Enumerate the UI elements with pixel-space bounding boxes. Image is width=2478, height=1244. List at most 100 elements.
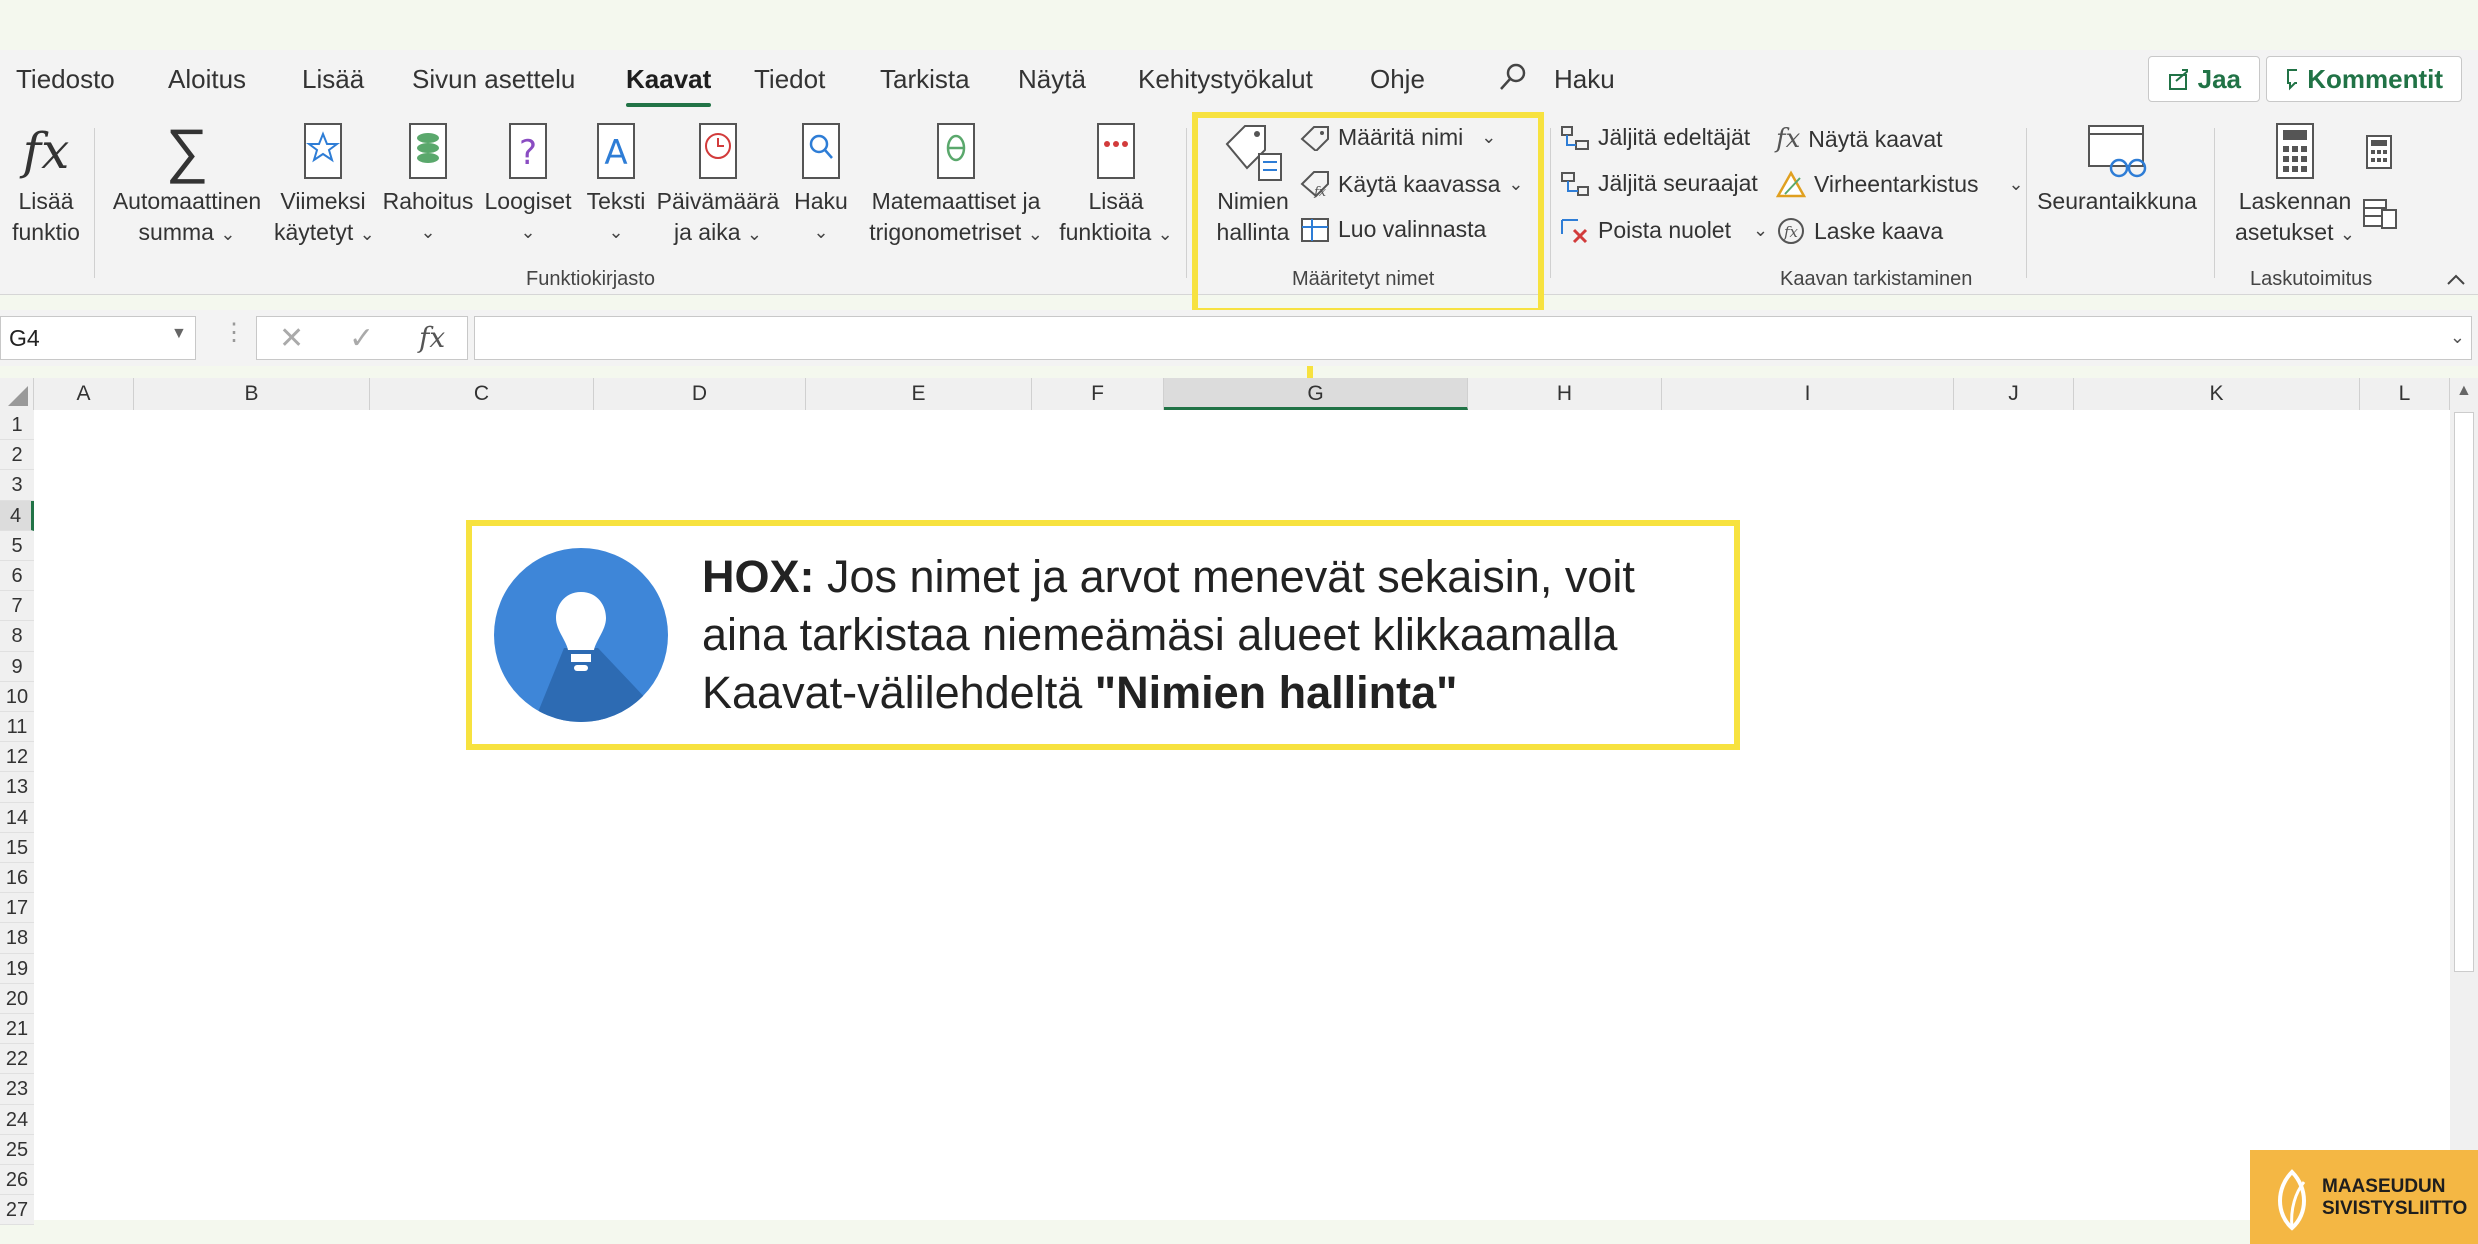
- tab-file[interactable]: Tiedosto: [16, 64, 115, 95]
- collapse-ribbon-icon[interactable]: [2444, 270, 2468, 288]
- row-header-20[interactable]: 20: [0, 983, 34, 1014]
- text-button[interactable]: A Teksti ⌄: [584, 120, 648, 248]
- row-header-13[interactable]: 13: [0, 772, 34, 803]
- calculate-now-icon[interactable]: [2362, 134, 2396, 170]
- search-icon[interactable]: [1498, 62, 1528, 92]
- show-formulas-button[interactable]: fx Näytä kaavat: [1776, 124, 1943, 154]
- name-box[interactable]: G4 ▼: [0, 316, 196, 360]
- row-header-16[interactable]: 16: [0, 863, 34, 894]
- column-header-k[interactable]: K: [2074, 378, 2360, 410]
- row-header-24[interactable]: 24: [0, 1104, 34, 1135]
- lightbulb-icon: [494, 548, 668, 722]
- coins-book-icon: [409, 123, 447, 179]
- insert-function-label-1: Lisää: [18, 188, 74, 214]
- row-header-19[interactable]: 19: [0, 953, 34, 984]
- column-header-f[interactable]: F: [1032, 378, 1164, 410]
- logical-label: Loogiset: [484, 188, 572, 214]
- row-header-7[interactable]: 7: [0, 591, 34, 622]
- column-header-c[interactable]: C: [370, 378, 594, 410]
- vertical-scrollbar[interactable]: ▲: [2450, 378, 2478, 1220]
- column-header-h[interactable]: H: [1468, 378, 1662, 410]
- insert-function-button[interactable]: fx Lisää funktio: [8, 120, 84, 248]
- row-header-11[interactable]: 11: [0, 712, 34, 743]
- check-icon[interactable]: ✓: [349, 321, 374, 356]
- more-functions-button[interactable]: Lisää funktioita ⌄: [1056, 120, 1176, 250]
- comment-icon: [2287, 69, 2298, 91]
- column-header-i[interactable]: I: [1662, 378, 1954, 410]
- insert-fx-icon[interactable]: fx: [419, 321, 445, 354]
- tab-view[interactable]: Näytä: [1018, 64, 1086, 95]
- row-header-18[interactable]: 18: [0, 923, 34, 954]
- recent-button[interactable]: Viimeksi käytetyt ⌄: [274, 120, 375, 250]
- trace-precedents-button[interactable]: Jäljitä edeltäjät: [1560, 124, 1750, 151]
- column-header-g[interactable]: G: [1164, 378, 1468, 410]
- row-header-9[interactable]: 9: [0, 651, 34, 682]
- tab-review[interactable]: Tarkista: [880, 64, 970, 95]
- row-header-4[interactable]: 4: [0, 500, 34, 531]
- column-header-b[interactable]: B: [134, 378, 370, 410]
- tab-home[interactable]: Aloitus: [168, 64, 246, 95]
- error-checking-label: Virheentarkistus: [1814, 170, 1979, 197]
- financial-label: Rahoitus: [382, 188, 474, 214]
- column-header-a[interactable]: A: [34, 378, 134, 410]
- expand-formula-icon[interactable]: ⌄: [2450, 327, 2465, 348]
- autosum-button[interactable]: ∑ Automaattinen summa ⌄: [104, 120, 270, 250]
- search-label[interactable]: Haku: [1554, 64, 1615, 95]
- row-header-12[interactable]: 12: [0, 742, 34, 773]
- tab-data[interactable]: Tiedot: [754, 64, 825, 95]
- row-header-21[interactable]: 21: [0, 1014, 34, 1045]
- row-header-25[interactable]: 25: [0, 1134, 34, 1165]
- insert-function-label-2: funktio: [12, 219, 80, 245]
- chevron-down-icon: ⌄: [420, 222, 436, 242]
- column-header-d[interactable]: D: [594, 378, 806, 410]
- financial-button[interactable]: Rahoitus ⌄: [380, 120, 476, 248]
- formula-input[interactable]: ⌄: [474, 316, 2472, 360]
- comments-button[interactable]: Kommentit: [2266, 56, 2462, 102]
- scroll-up-icon[interactable]: ▲: [2456, 382, 2472, 400]
- sigma-icon: ∑: [165, 117, 209, 184]
- svg-text:?: ?: [519, 133, 537, 173]
- row-header-3[interactable]: 3: [0, 470, 34, 501]
- autosum-label-2: summa ⌄: [138, 219, 236, 245]
- column-header-e[interactable]: E: [806, 378, 1032, 410]
- calculate-sheet-icon[interactable]: [2362, 196, 2398, 232]
- column-header-l[interactable]: L: [2360, 378, 2450, 410]
- row-header-23[interactable]: 23: [0, 1074, 34, 1105]
- tab-help[interactable]: Ohje: [1370, 64, 1425, 95]
- row-header-15[interactable]: 15: [0, 832, 34, 863]
- row-header-17[interactable]: 17: [0, 893, 34, 924]
- row-header-8[interactable]: 8: [0, 621, 34, 652]
- tab-page-layout[interactable]: Sivun asettelu: [412, 64, 575, 95]
- logical-button[interactable]: ? Loogiset ⌄: [480, 120, 576, 248]
- spreadsheet-grid[interactable]: [0, 378, 2450, 1220]
- calc-options-button[interactable]: Laskennan asetukset ⌄: [2226, 120, 2364, 250]
- row-header-27[interactable]: 27: [0, 1195, 34, 1226]
- select-all-corner[interactable]: [0, 378, 34, 410]
- row-header-6[interactable]: 6: [0, 561, 34, 592]
- column-header-j[interactable]: J: [1954, 378, 2074, 410]
- math-button[interactable]: Matemaattiset ja trigonometriset ⌄: [864, 120, 1048, 250]
- watch-window-button[interactable]: Seurantaikkuna: [2036, 120, 2198, 217]
- star-book-icon: [304, 123, 342, 179]
- tab-insert[interactable]: Lisää: [302, 64, 364, 95]
- error-checking-button[interactable]: Virheentarkistus ⌄: [1776, 170, 2024, 198]
- cancel-icon[interactable]: ✕: [279, 321, 304, 356]
- lookup-button[interactable]: Haku ⌄: [786, 120, 856, 248]
- share-button[interactable]: Jaa: [2148, 56, 2260, 102]
- datetime-button[interactable]: Päivämäärä ja aika ⌄: [656, 120, 780, 250]
- evaluate-formula-button[interactable]: fx Laske kaava: [1776, 216, 1943, 246]
- trace-dependents-button[interactable]: Jäljitä seuraajat: [1560, 170, 1758, 197]
- row-header-1[interactable]: 1: [0, 410, 34, 441]
- row-header-5[interactable]: 5: [0, 530, 34, 561]
- row-header-14[interactable]: 14: [0, 802, 34, 833]
- tab-formulas[interactable]: Kaavat: [626, 64, 712, 107]
- remove-arrows-button[interactable]: Poista nuolet ⌄: [1560, 216, 1768, 244]
- theta-book-icon: [937, 123, 975, 179]
- tab-developer[interactable]: Kehitystyökalut: [1138, 64, 1313, 95]
- row-header-22[interactable]: 22: [0, 1044, 34, 1075]
- scroll-thumb[interactable]: [2454, 412, 2474, 972]
- row-header-2[interactable]: 2: [0, 440, 34, 471]
- row-header-26[interactable]: 26: [0, 1165, 34, 1196]
- row-header-10[interactable]: 10: [0, 681, 34, 712]
- chevron-down-icon[interactable]: ▼: [171, 325, 187, 343]
